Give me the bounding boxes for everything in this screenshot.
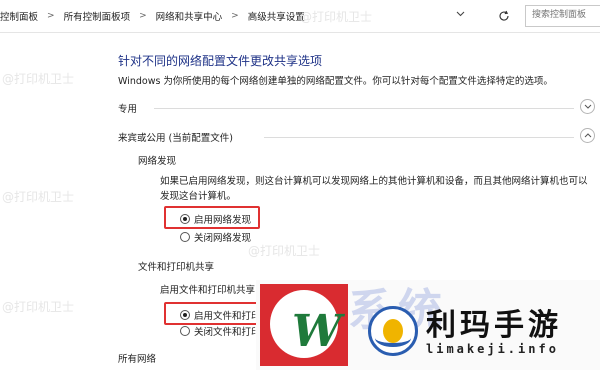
section-guest-public[interactable]: 来宾或公用 (当前配置文件)	[118, 128, 600, 144]
radio-button-selected[interactable]	[180, 214, 190, 224]
watermark: @打印机卫士	[248, 244, 321, 258]
radio-button[interactable]	[180, 326, 190, 336]
network-discovery-title: 网络发现	[138, 156, 177, 167]
refresh-button[interactable]	[493, 5, 515, 27]
breadcrumb-separator[interactable]: >	[47, 11, 55, 21]
page-title: 针对不同的网络配置文件更改共享选项	[118, 54, 323, 68]
section-private[interactable]: 专用	[118, 99, 600, 115]
watermark: @打印机卫士	[2, 300, 75, 314]
chevron-up-icon[interactable]	[580, 128, 595, 143]
radio-label: 关闭网络发现	[194, 233, 252, 244]
radio-button-selected[interactable]	[180, 310, 190, 320]
breadcrumb-separator[interactable]: >	[139, 11, 147, 21]
search-box[interactable]	[525, 5, 600, 27]
radio-button[interactable]	[180, 232, 190, 242]
watermark: @打印机卫士	[2, 72, 75, 86]
overlay-logo: 系统 W 利玛手游 limakeji.info	[256, 280, 600, 370]
section-private-label: 专用	[118, 104, 138, 115]
chevron-down-icon[interactable]	[456, 10, 465, 20]
radio-enable-file-printer-sharing[interactable]: 启用文件和打印	[180, 308, 261, 322]
radio-disable-file-printer-sharing[interactable]: 关闭文件和打印	[180, 324, 261, 338]
w-logo-icon: W	[260, 284, 348, 366]
divider	[0, 32, 600, 33]
file-printer-sharing-title: 文件和打印机共享	[138, 262, 215, 273]
watermark: @打印机卫士	[2, 190, 75, 204]
section-all-networks-label: 所有网络	[118, 354, 157, 365]
search-input[interactable]	[526, 6, 600, 24]
radio-label: 启用文件和打印	[194, 311, 261, 322]
section-guest-public-label: 来宾或公用 (当前配置文件)	[118, 133, 233, 144]
radio-label: 关闭文件和打印	[194, 327, 261, 338]
limakeji-logo-icon	[368, 306, 418, 356]
breadcrumb-network-center[interactable]: 网络和共享中心	[156, 9, 223, 23]
breadcrumb-all-items[interactable]: 所有控制面板项	[64, 9, 131, 23]
breadcrumb-control-panel[interactable]: 控制面板	[0, 9, 38, 23]
breadcrumb-advanced-sharing[interactable]: 高级共享设置	[248, 9, 305, 23]
page-description: Windows 为你所使用的每个网络创建单独的网络配置文件。你可以针对每个配置文…	[118, 76, 553, 87]
brand-name: 利玛手游	[426, 308, 562, 343]
refresh-icon	[499, 10, 509, 21]
divider	[264, 137, 574, 138]
section-all-networks[interactable]: 所有网络	[118, 351, 258, 365]
chevron-down-icon[interactable]	[580, 99, 595, 114]
divider	[154, 108, 574, 109]
radio-enable-network-discovery[interactable]: 启用网络发现	[180, 212, 251, 226]
breadcrumb: 控制面板 > 所有控制面板项 > 网络和共享中心 > 高级共享设置	[0, 6, 494, 26]
radio-disable-network-discovery[interactable]: 关闭网络发现	[180, 230, 251, 244]
watermark: @打印机卫士	[300, 10, 373, 24]
radio-label: 启用网络发现	[194, 215, 252, 226]
breadcrumb-separator[interactable]: >	[231, 11, 239, 21]
network-discovery-text: 如果已启用网络发现，则这台计算机可以发现网络上的其他计算机和设备，而且其他网络计…	[160, 176, 588, 202]
brand-domain: limakeji.info	[426, 342, 559, 356]
